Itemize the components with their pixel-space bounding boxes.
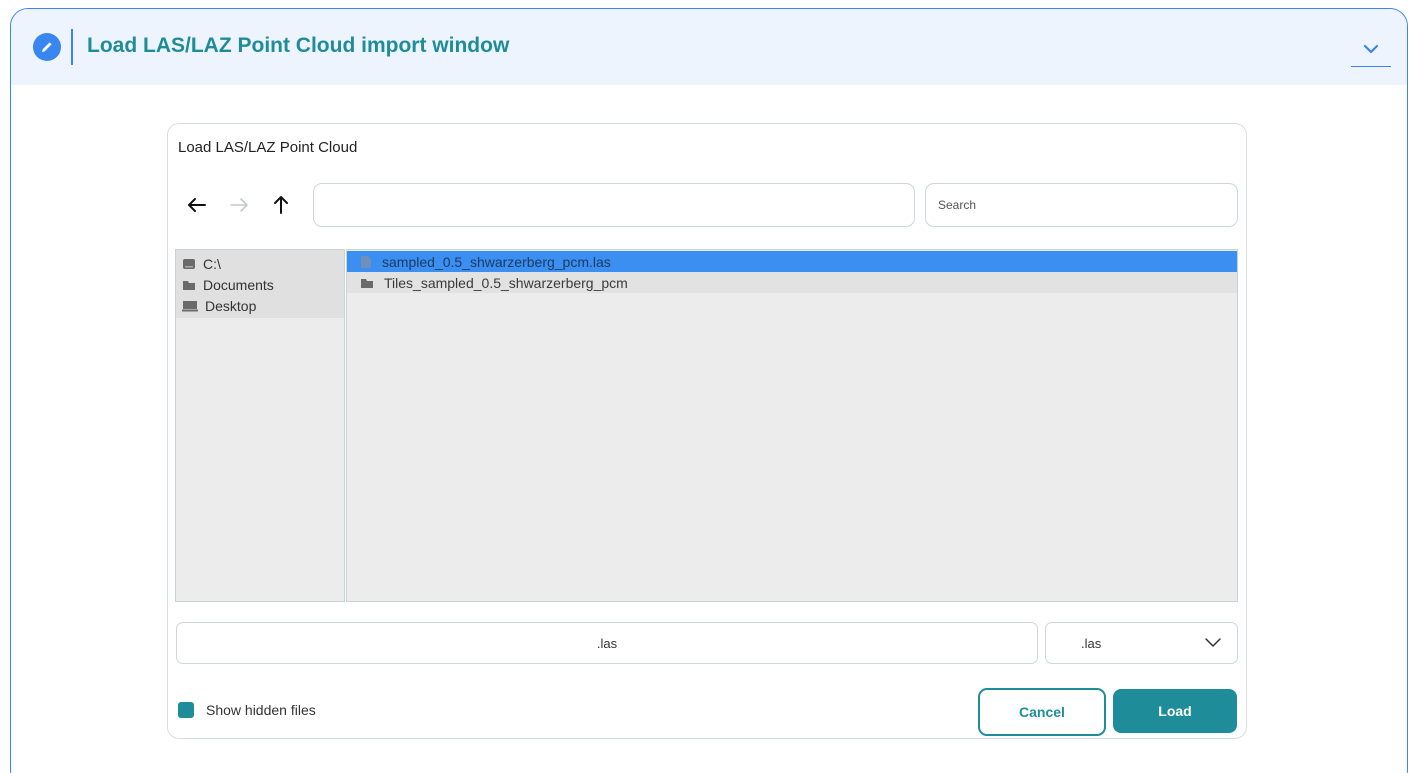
file-type-select[interactable]: .las — [1045, 622, 1238, 664]
places-sidebar: C:\ Documents Desktop — [175, 249, 345, 602]
arrow-right-icon — [230, 198, 248, 212]
file-icon — [361, 255, 371, 268]
window-header: Load LAS/LAZ Point Cloud import window — [11, 9, 1407, 85]
path-input[interactable] — [313, 183, 915, 227]
filename-input[interactable] — [176, 622, 1038, 664]
show-hidden-checkbox[interactable] — [178, 702, 194, 718]
chevron-down-icon — [1205, 638, 1221, 647]
place-item-documents[interactable]: Documents — [182, 275, 274, 295]
file-row-selected[interactable]: sampled_0.5_shwarzerberg_pcm.las — [347, 251, 1237, 272]
chevron-down-icon — [1363, 44, 1379, 53]
place-item-desktop[interactable]: Desktop — [182, 296, 256, 316]
back-button[interactable] — [184, 192, 210, 218]
file-row[interactable]: Tiles_sampled_0.5_shwarzerberg_pcm — [347, 272, 1237, 293]
folder-icon — [361, 278, 373, 288]
load-button[interactable]: Load — [1113, 689, 1237, 733]
place-label: C:\ — [203, 256, 221, 272]
up-button[interactable] — [268, 192, 294, 218]
arrow-up-icon — [274, 196, 288, 214]
show-hidden-label: Show hidden files — [206, 702, 316, 718]
file-name: sampled_0.5_shwarzerberg_pcm.las — [382, 253, 611, 270]
pencil-icon[interactable] — [33, 33, 61, 61]
forward-button[interactable] — [226, 192, 252, 218]
show-hidden-toggle[interactable]: Show hidden files — [178, 702, 316, 718]
desktop-icon — [182, 301, 198, 312]
file-list: sampled_0.5_shwarzerberg_pcm.las Tiles_s… — [346, 249, 1238, 602]
place-label: Desktop — [205, 298, 257, 314]
collapse-button[interactable] — [1351, 31, 1391, 67]
folder-icon — [183, 281, 195, 290]
drive-icon — [183, 259, 195, 269]
window-title: Load LAS/LAZ Point Cloud import window — [87, 34, 510, 57]
arrow-left-icon — [188, 198, 206, 212]
place-label: Documents — [203, 277, 274, 293]
place-item-c-drive[interactable]: C:\ — [182, 254, 221, 274]
dialog-title: Load LAS/LAZ Point Cloud — [178, 139, 358, 156]
file-type-value: .las — [1081, 636, 1102, 651]
import-window-card: Load LAS/LAZ Point Cloud import window L… — [10, 8, 1408, 773]
cancel-button[interactable]: Cancel — [978, 688, 1106, 736]
file-dialog: Load LAS/LAZ Point Cloud C:\ Documents — [167, 123, 1247, 739]
header-divider — [71, 29, 73, 65]
search-input[interactable] — [925, 183, 1238, 227]
file-name: Tiles_sampled_0.5_shwarzerberg_pcm — [384, 274, 628, 291]
